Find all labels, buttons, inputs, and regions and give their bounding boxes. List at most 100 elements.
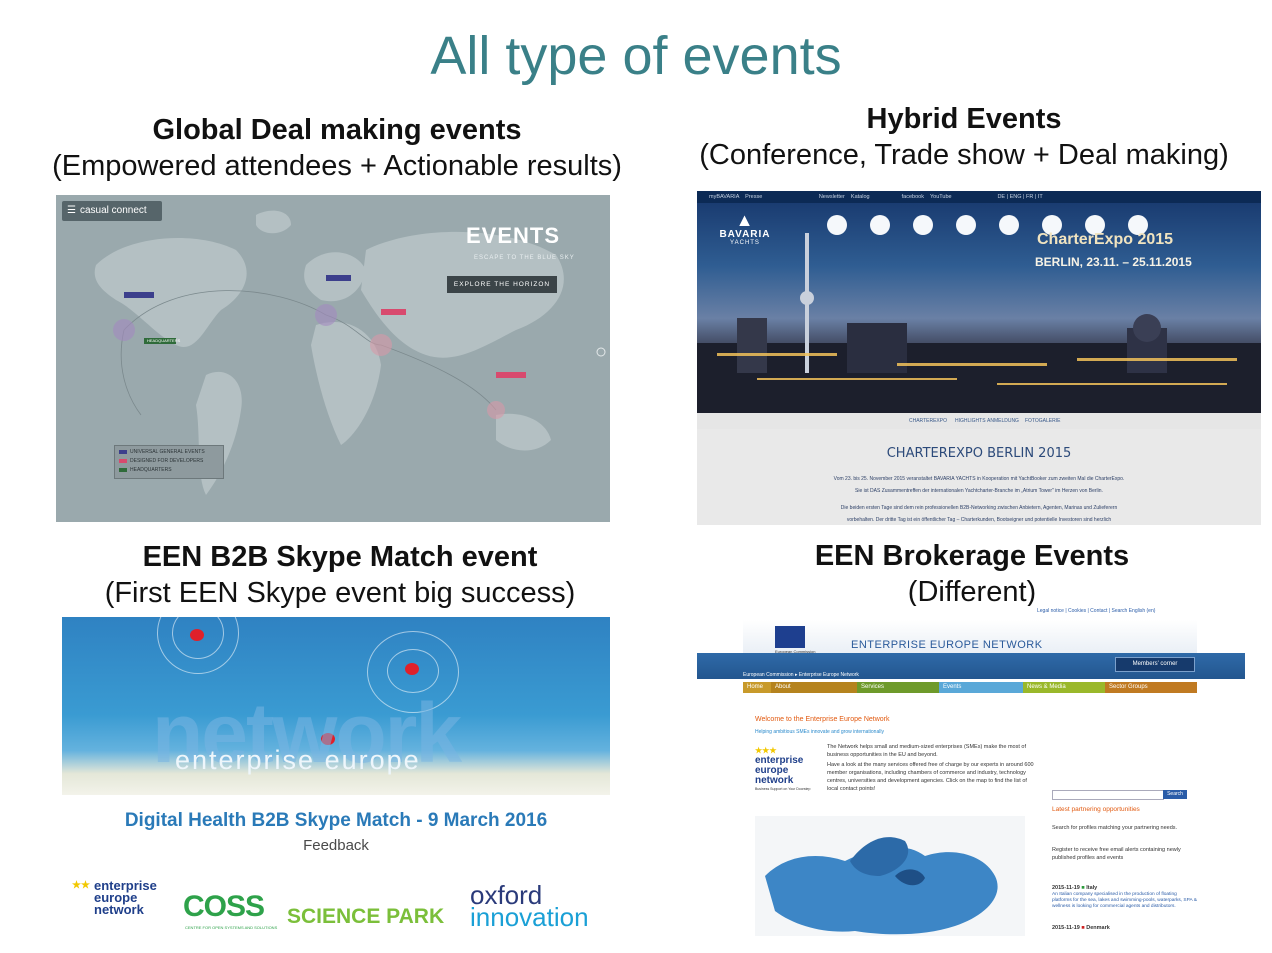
- een-utility-links[interactable]: Legal notice | Cookies | Contact | Searc…: [1037, 608, 1155, 614]
- innovation-word: innovation: [470, 902, 589, 932]
- item-date: 2015-11-19: [1052, 925, 1080, 931]
- tab-services[interactable]: Services: [857, 682, 939, 693]
- een-site-logo-line: network: [755, 775, 794, 786]
- partnering-item-1-date[interactable]: 2015-11-19 ■ Italy: [1052, 884, 1197, 892]
- charter-text-2: Sie ist DAS Zusammentreffen der internat…: [855, 488, 1103, 494]
- quadrant-3-title: EEN B2B Skype Match event: [142, 541, 538, 573]
- item-date: 2015-11-19: [1052, 885, 1080, 891]
- bavaria-brand-sub: YACHTS: [730, 240, 760, 246]
- legend-item: DESIGNED FOR DEVELOPERS: [119, 457, 219, 466]
- legend-item: UNIVERSAL GENERAL EVENTS: [119, 448, 219, 457]
- menu-icon[interactable]: ☰: [67, 205, 76, 216]
- tab-events[interactable]: Events: [939, 682, 1023, 693]
- tab-about[interactable]: About: [771, 682, 857, 693]
- item-country: Denmark: [1086, 925, 1110, 931]
- tab-sector-groups[interactable]: Sector Groups: [1105, 682, 1197, 693]
- map-legend: UNIVERSAL GENERAL EVENTS DESIGNED FOR DE…: [114, 445, 224, 479]
- een-search-button[interactable]: Search: [1163, 790, 1187, 799]
- een-helping-text: Helping ambitious SMEs innovate and grow…: [755, 729, 884, 735]
- quadrant-4-heading: EEN Brokerage Events (Different): [672, 538, 1272, 610]
- berlin-skyline-photo: [697, 203, 1261, 413]
- members-corner-button[interactable]: Members' corner: [1115, 657, 1195, 672]
- een-tabs: Home About Services Events News & Media …: [743, 682, 1197, 693]
- flag-icon: ■: [1081, 925, 1085, 931]
- skyline-graphic: [697, 215, 1261, 413]
- quadrant-4-subtitle: (Different): [907, 576, 1037, 608]
- casual-connect-logo[interactable]: ☰ casual connect: [62, 201, 162, 221]
- nav-anmeldung[interactable]: ANMELDUNG: [987, 413, 1019, 429]
- tab-home[interactable]: Home: [743, 682, 771, 693]
- tab-news-media[interactable]: News & Media: [1023, 682, 1105, 693]
- events-title: EVENTS: [466, 223, 561, 248]
- charter-expo-title: CharterExpo 2015: [1037, 231, 1174, 248]
- decorative-ring: [157, 617, 239, 674]
- een-website-screenshot: Legal notice | Cookies | Contact | Searc…: [697, 606, 1245, 936]
- charter-text-4: vorbehalten. Der dritte Tag ist ein öffe…: [846, 517, 1112, 523]
- flag-icon: ■: [1081, 885, 1085, 891]
- eu-flag-icon: [775, 626, 805, 648]
- charter-topbar-text[interactable]: myBAVARIA Presse Newsletter Katalog face…: [697, 194, 1043, 200]
- nav-charterexpo[interactable]: CHARTEREXPO: [909, 413, 947, 429]
- coss-logo: COSS: [183, 890, 265, 923]
- bavaria-logo[interactable]: ▲ BAVARIA YACHTS: [715, 211, 775, 259]
- register-alerts-text[interactable]: Register to receive free email alerts co…: [1052, 846, 1197, 862]
- map-pin-headquarters[interactable]: HEADQUARTERS: [144, 337, 183, 344]
- een-site-logo-caption: Business Support on Your Doorstep: [755, 787, 811, 791]
- legend-swatch: [119, 449, 127, 454]
- charter-text-3: Die beiden ersten Tage sind dem rein pro…: [840, 505, 1118, 511]
- quadrant-3-heading: EEN B2B Skype Match event (First EEN Sky…: [40, 539, 640, 611]
- een-breadcrumb[interactable]: European Commission ▸ Enterprise Europe …: [743, 672, 859, 678]
- een-network-name: ENTERPRISE EUROPE NETWORK: [851, 639, 1043, 651]
- europe-map[interactable]: [755, 816, 1025, 936]
- science-park-logo: SCIENCE PARK: [287, 905, 445, 928]
- quadrant-2-heading: Hybrid Events (Conference, Trade show + …: [664, 101, 1264, 173]
- node-dot: [190, 629, 204, 641]
- een-site-logo: ★★★ enterprise europe network Business S…: [755, 746, 825, 792]
- node-dot: [405, 663, 419, 675]
- quadrant-2-title: Hybrid Events: [866, 103, 1062, 135]
- latest-partnering-heading: Latest partnering opportunities: [1052, 806, 1140, 813]
- legend-label: DESIGNED FOR DEVELOPERS: [130, 458, 204, 464]
- charter-content-heading: CHARTEREXPO BERLIN 2015: [886, 446, 1072, 461]
- feedback-label: Feedback: [303, 837, 369, 854]
- explore-horizon-button[interactable]: EXPLORE THE HORIZON: [447, 276, 557, 293]
- quadrant-1-subtitle: (Empowered attendees + Actionable result…: [52, 150, 622, 182]
- quadrant-1-heading: Global Deal making events (Empowered att…: [14, 112, 660, 184]
- legend-item: HEADQUARTERS: [119, 466, 219, 475]
- search-profiles-text[interactable]: Search for profiles matching your partne…: [1052, 824, 1197, 832]
- slide-title: All type of events: [430, 26, 842, 86]
- casual-connect-screenshot: ☰ casual connect EVENTS ESCAPE TO THE BLU…: [56, 195, 610, 522]
- network-banner: network enterprise europe: [62, 617, 610, 795]
- charter-expo-screenshot: myBAVARIA Presse Newsletter Katalog face…: [697, 191, 1261, 525]
- charter-text-1: Vom 23. bis 25. November 2015 veranstalt…: [833, 476, 1125, 482]
- item-country: Italy: [1086, 885, 1098, 891]
- sail-icon: ▲: [735, 210, 755, 230]
- quadrant-4-title: EEN Brokerage Events: [814, 540, 1130, 572]
- nav-fotogalerie[interactable]: FOTOGALERIE: [1025, 413, 1060, 429]
- legend-swatch: [119, 458, 127, 463]
- een-search-input[interactable]: [1052, 790, 1164, 800]
- charter-expo-dates: BERLIN, 23.11. – 25.11.2015: [1035, 255, 1192, 269]
- oxford-innovation-logo: oxford innovation: [470, 882, 589, 932]
- skype-match-title: Digital Health B2B Skype Match - 9 March…: [124, 810, 548, 831]
- coss-logo-subtitle: CENTRE FOR OPEN SYSTEMS AND SOLUTIONS: [185, 925, 278, 930]
- enterprise-europe-text: enterprise europe: [175, 745, 421, 775]
- europe-map-graphic: [765, 837, 998, 935]
- partnering-item-2-date[interactable]: 2015-11-19 ■ Denmark: [1052, 924, 1197, 932]
- een-logo: ★★ enterprise europe network: [72, 879, 172, 917]
- casual-connect-logo-text: casual connect: [79, 205, 147, 216]
- partnering-item-1-text[interactable]: An Italian company specialised in the pr…: [1052, 892, 1197, 910]
- legend-swatch: [119, 467, 127, 472]
- een-body-paragraph: Have a look at the many services offered…: [827, 762, 1034, 792]
- charter-topbar: myBAVARIA Presse Newsletter Katalog face…: [697, 191, 1261, 203]
- een-logo-line: network: [94, 902, 144, 917]
- charter-nav: CHARTEREXPO HIGHLIGHTS ANMELDUNG FOTOGAL…: [697, 413, 1261, 429]
- eu-stars-icon: ★★: [72, 880, 90, 891]
- events-subtitle: ESCAPE TO THE BLUE SKY: [474, 255, 575, 261]
- een-body-paragraph: The Network helps small and medium-sized…: [827, 744, 1026, 758]
- bavaria-brand: BAVARIA: [719, 229, 771, 240]
- quadrant-1-title: Global Deal making events: [152, 114, 522, 146]
- nav-highlights[interactable]: HIGHLIGHTS: [955, 413, 986, 429]
- een-body-text: The Network helps small and medium-sized…: [827, 743, 1037, 793]
- een-welcome-heading: Welcome to the Enterprise Europe Network: [755, 716, 890, 723]
